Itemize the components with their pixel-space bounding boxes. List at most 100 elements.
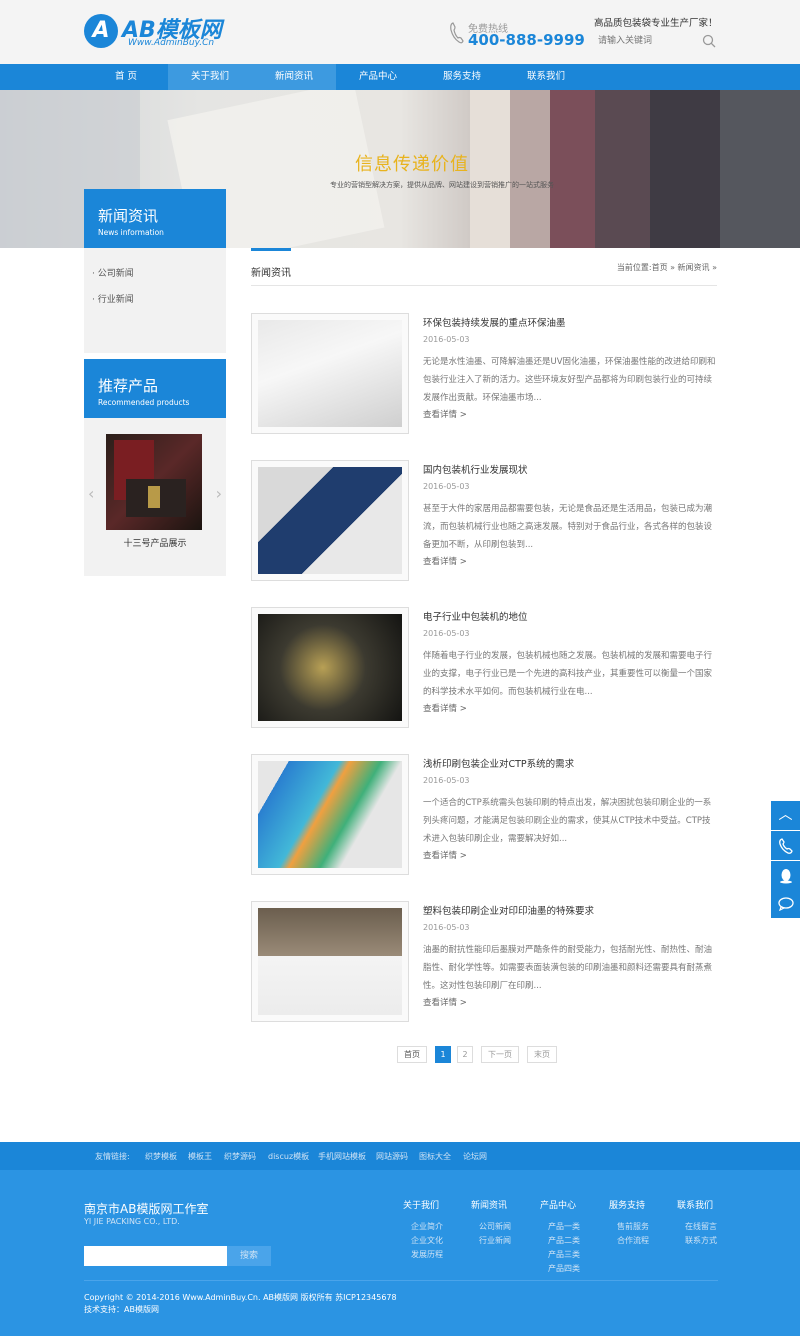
nav-item-about[interactable]: 关于我们 xyxy=(168,64,252,90)
footer-link[interactable]: 在线留言 xyxy=(677,1221,747,1235)
friend-link[interactable]: 织梦源码 xyxy=(224,1151,256,1162)
news-more-link[interactable]: 查看详情 > xyxy=(423,702,467,714)
news-item: 浅析印刷包装企业对CTP系统的需求 2016-05-03 一个适合的CTP系统需… xyxy=(251,754,717,875)
news-more-link[interactable]: 查看详情 > xyxy=(423,996,467,1008)
back-to-top-button[interactable]: ︿ xyxy=(771,801,800,830)
news-more-link[interactable]: 查看详情 > xyxy=(423,408,467,420)
carousel-next-icon[interactable]: › xyxy=(216,484,222,503)
chat-icon xyxy=(777,897,794,912)
footer-col-products: 产品中心 产品一类 产品二类 产品三类 产品四类 xyxy=(540,1198,610,1277)
news-thumbnail[interactable] xyxy=(251,901,409,1022)
news-title[interactable]: 环保包装持续发展的重点环保油墨 xyxy=(423,315,566,329)
news-item: 电子行业中包装机的地位 2016-05-03 伴随着电子行业的发展，包装机械也随… xyxy=(251,607,717,728)
nav-item-service[interactable]: 服务支持 xyxy=(420,64,504,90)
footer-link[interactable]: 产品三类 xyxy=(540,1249,610,1263)
news-image xyxy=(258,614,402,721)
news-title[interactable]: 塑料包装印刷企业对印印油墨的特殊要求 xyxy=(423,903,594,917)
sidebar-news-title: 新闻资讯 xyxy=(98,207,159,225)
qq-button[interactable] xyxy=(771,861,800,890)
sidebar-item-label: 公司新闻 xyxy=(97,269,134,279)
pager-page-2[interactable]: 2 xyxy=(457,1046,473,1063)
footer-search-button[interactable]: 搜索 xyxy=(227,1246,271,1266)
news-image xyxy=(258,467,402,574)
news-description: 油墨的耐抗性能印后墨膜对严酷条件的耐受能力，包括耐光性、耐热性、耐油脂性、耐化学… xyxy=(423,945,713,991)
news-item: 环保包装持续发展的重点环保油墨 2016-05-03 无论是水性油墨、可降解油墨… xyxy=(251,313,717,434)
news-description: 无论是水性油墨、可降解油墨还是UV固化油墨，环保油墨性能的改进给印刷和包装行业注… xyxy=(423,357,716,403)
friend-link[interactable]: 论坛网 xyxy=(463,1151,487,1162)
friend-link[interactable]: 模板王 xyxy=(188,1151,212,1162)
pager-next[interactable]: 下一页 xyxy=(481,1046,519,1063)
friend-link[interactable]: discuz模板 xyxy=(268,1151,309,1162)
footer-col-service: 服务支持 售前服务 合作流程 xyxy=(609,1198,679,1249)
sidebar-products: 推荐产品 Recommended products xyxy=(84,359,226,418)
phone-button[interactable] xyxy=(771,831,800,860)
footer-link[interactable]: 企业简介 xyxy=(403,1221,473,1235)
pager-last[interactable]: 末页 xyxy=(527,1046,557,1063)
main-nav: 首 页 关于我们 新闻资讯 产品中心 服务支持 联系我们 xyxy=(0,64,800,90)
top-header: A AB模板网 Www.AdminBuy.Cn 免费热线 400-888-999… xyxy=(0,0,800,64)
friend-link[interactable]: 手机网站模板 xyxy=(318,1151,366,1162)
footer-col-contact: 联系我们 在线留言 联系方式 xyxy=(677,1198,747,1249)
header-search xyxy=(594,32,718,50)
nav-item-contact[interactable]: 联系我们 xyxy=(504,64,588,90)
product-image[interactable] xyxy=(106,434,202,530)
support-text: 技术支持：AB模版网 xyxy=(84,1305,159,1314)
footer-col-title: 服务支持 xyxy=(609,1201,646,1211)
footer-link[interactable]: 售前服务 xyxy=(609,1221,679,1235)
footer-col-title: 联系我们 xyxy=(677,1201,714,1211)
site-logo[interactable]: A AB模板网 Www.AdminBuy.Cn xyxy=(84,12,234,52)
sidebar-item-industry-news[interactable]: · 行业新闻 xyxy=(92,292,226,318)
sidebar-links: · 公司新闻 · 行业新闻 xyxy=(84,248,226,353)
footer-divider xyxy=(84,1280,718,1281)
news-description: 一个适合的CTP系统需头包装印刷的特点出发，解决困扰包装印刷企业的一系列头疼问题… xyxy=(423,798,712,844)
banner-subtitle: 专业的营销型解决方案，提供从品牌、网站建设到营销推广的一站式服务 xyxy=(330,181,554,189)
news-title[interactable]: 电子行业中包装机的地位 xyxy=(423,609,528,623)
footer-search-input[interactable] xyxy=(84,1246,227,1266)
pager-first[interactable]: 首页 xyxy=(397,1046,427,1063)
breadcrumb-path[interactable]: 当前位置:首页 » 新闻资讯 » xyxy=(617,262,717,273)
news-thumbnail[interactable] xyxy=(251,313,409,434)
footer-company-en: YI JIE PACKING CO., LTD. xyxy=(84,1217,180,1226)
banner-title: 信息传递价值 xyxy=(355,154,469,175)
site-footer: 南京市AB模版网工作室 YI JIE PACKING CO., LTD. 搜索 … xyxy=(0,1170,800,1336)
news-title[interactable]: 国内包装机行业发展现状 xyxy=(423,462,528,476)
friend-link[interactable]: 网站源码 xyxy=(376,1151,408,1162)
chat-button[interactable] xyxy=(771,889,800,918)
sidebar-item-company-news[interactable]: · 公司新闻 xyxy=(92,266,226,292)
news-title[interactable]: 浅析印刷包装企业对CTP系统的需求 xyxy=(423,756,574,770)
footer-link[interactable]: 企业文化 xyxy=(403,1235,473,1249)
footer-copyright: Copyright © 2014-2016 Www.AdminBuy.Cn. A… xyxy=(84,1292,397,1316)
sidebar-products-header: 推荐产品 Recommended products xyxy=(84,359,226,418)
footer-link[interactable]: 公司新闻 xyxy=(471,1221,541,1235)
news-thumbnail[interactable] xyxy=(251,754,409,875)
news-more-link[interactable]: 查看详情 > xyxy=(423,555,467,567)
sidebar-products-subtitle: Recommended products xyxy=(98,398,190,407)
nav-item-products[interactable]: 产品中心 xyxy=(336,64,420,90)
footer-link[interactable]: 产品一类 xyxy=(540,1221,610,1235)
nav-item-news[interactable]: 新闻资讯 xyxy=(252,64,336,90)
news-more-link[interactable]: 查看详情 > xyxy=(423,849,467,861)
pager-page-1[interactable]: 1 xyxy=(435,1046,451,1063)
news-thumbnail[interactable] xyxy=(251,607,409,728)
search-input[interactable] xyxy=(594,32,699,50)
search-icon[interactable] xyxy=(702,34,716,48)
footer-link[interactable]: 发展历程 xyxy=(403,1249,473,1263)
friend-link[interactable]: 织梦模板 xyxy=(145,1151,177,1162)
sidebar-news-header: 新闻资讯 News information xyxy=(84,189,226,248)
news-thumbnail[interactable] xyxy=(251,460,409,581)
sidebar-news: 新闻资讯 News information · 公司新闻 · 行业新闻 xyxy=(84,189,226,353)
sidebar-products-title: 推荐产品 xyxy=(98,377,159,395)
footer-link[interactable]: 产品二类 xyxy=(540,1235,610,1249)
friend-link[interactable]: 图标大全 xyxy=(419,1151,451,1162)
news-image xyxy=(258,320,402,427)
footer-link[interactable]: 联系方式 xyxy=(677,1235,747,1249)
phone-icon xyxy=(450,22,464,44)
footer-link[interactable]: 行业新闻 xyxy=(471,1235,541,1249)
footer-link[interactable]: 合作流程 xyxy=(609,1235,679,1249)
product-caption[interactable]: 十三号产品展示 xyxy=(84,536,226,549)
nav-item-home[interactable]: 首 页 xyxy=(84,64,168,90)
qq-icon xyxy=(779,869,792,884)
footer-link[interactable]: 产品四类 xyxy=(540,1263,610,1277)
news-date: 2016-05-03 xyxy=(423,482,470,491)
carousel-prev-icon[interactable]: ‹ xyxy=(88,484,94,503)
